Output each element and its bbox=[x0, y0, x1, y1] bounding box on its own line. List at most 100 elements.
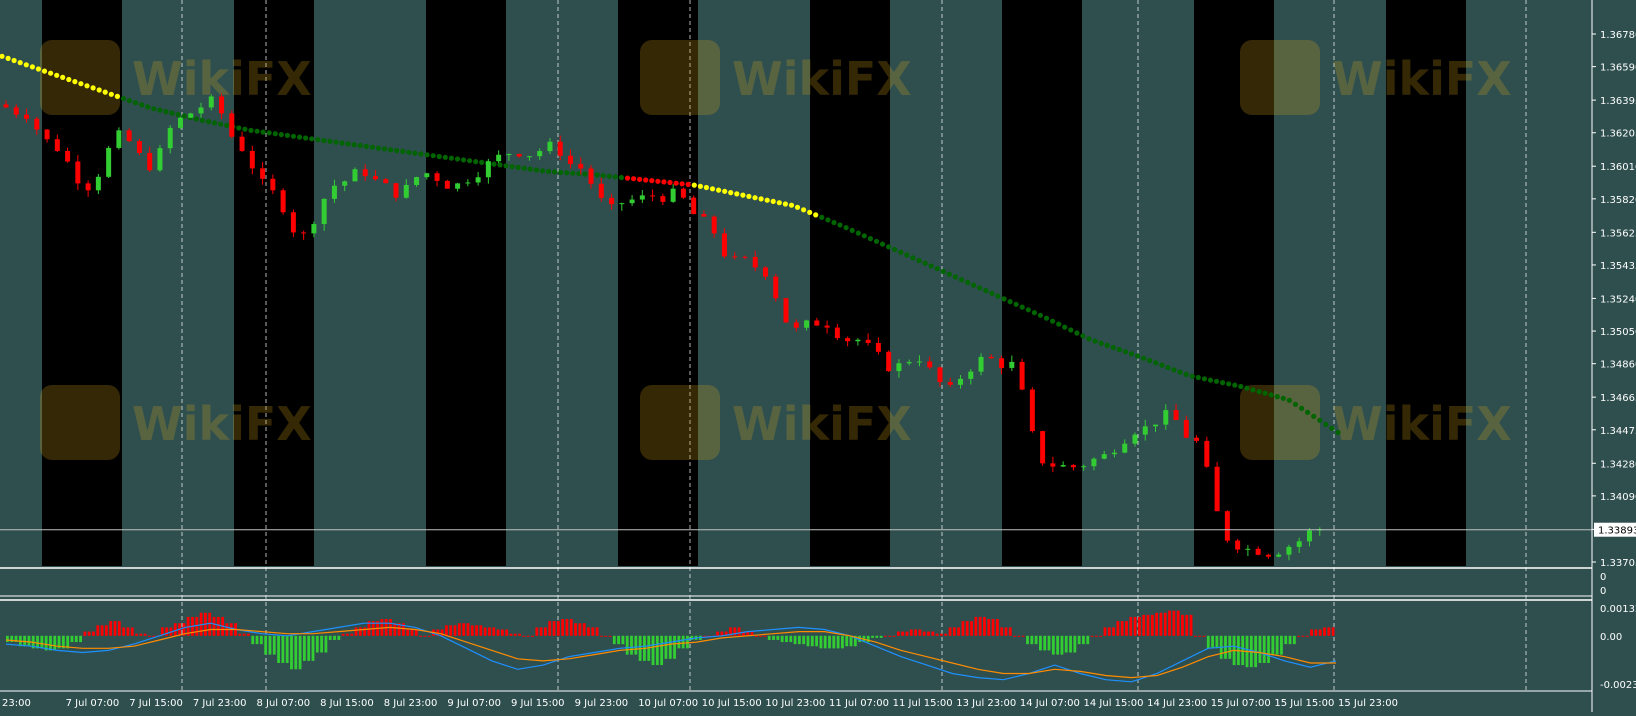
histogram-bar bbox=[406, 629, 410, 636]
candle-body bbox=[434, 173, 440, 181]
histogram-bar bbox=[1142, 614, 1146, 636]
ma-dot bbox=[418, 151, 424, 157]
ma-dot bbox=[1056, 321, 1062, 327]
histogram-bar bbox=[595, 627, 599, 636]
price-tick-label: 1.36590 bbox=[1600, 63, 1636, 74]
candle-body bbox=[362, 169, 368, 177]
candle-body bbox=[249, 150, 255, 169]
histogram-bar bbox=[165, 627, 169, 636]
ma-dot bbox=[928, 263, 934, 269]
ma-dot bbox=[260, 129, 266, 135]
candle-body bbox=[393, 183, 399, 198]
histogram-bar bbox=[604, 635, 608, 637]
candle-body bbox=[1183, 419, 1189, 438]
ma-dot bbox=[400, 148, 406, 154]
histogram-bar bbox=[737, 627, 741, 636]
histogram-bar bbox=[1241, 635, 1245, 666]
histogram-bar bbox=[1155, 612, 1159, 636]
ma-dot bbox=[1183, 371, 1189, 377]
candle-body bbox=[958, 378, 964, 385]
ma-dot bbox=[776, 200, 782, 206]
histogram-bar bbox=[27, 635, 31, 647]
candle-body bbox=[311, 224, 317, 234]
candle-body bbox=[465, 182, 471, 184]
ma-dot bbox=[965, 279, 971, 285]
candle-body bbox=[639, 195, 645, 200]
ma-dot bbox=[236, 125, 242, 131]
histogram-bar bbox=[944, 633, 948, 636]
price-tick-label: 1.35435 bbox=[1600, 261, 1636, 272]
ma-dot bbox=[175, 112, 181, 118]
candle-body bbox=[1142, 426, 1148, 435]
ma-dot bbox=[898, 249, 904, 255]
ma-dot bbox=[1256, 389, 1262, 395]
histogram-bar bbox=[914, 629, 917, 636]
histogram-bar bbox=[505, 629, 509, 636]
histogram-bar bbox=[1185, 614, 1189, 636]
histogram-bar bbox=[126, 627, 130, 636]
candle-body bbox=[444, 180, 450, 189]
candle-body bbox=[424, 173, 430, 178]
histogram-bar bbox=[40, 635, 44, 649]
ma-dot bbox=[886, 244, 892, 250]
time-axis-label: 8 Jul 07:00 bbox=[256, 698, 310, 709]
time-axis-label: 10 Jul 15:00 bbox=[702, 698, 762, 709]
ma-dot bbox=[1207, 377, 1214, 383]
ma-dot bbox=[649, 178, 655, 184]
ma-dot bbox=[1062, 324, 1068, 330]
ma-dot bbox=[521, 165, 527, 171]
histogram-bar bbox=[1060, 635, 1064, 655]
ma-dot bbox=[1135, 353, 1141, 359]
time-axis-label: 14 Jul 23:00 bbox=[1147, 698, 1207, 709]
candle-body bbox=[732, 256, 738, 258]
candle-body bbox=[3, 104, 9, 108]
watermark-shield bbox=[1240, 385, 1320, 460]
histogram-bar bbox=[1323, 627, 1326, 636]
candle-body bbox=[157, 148, 163, 171]
candle-body bbox=[1060, 465, 1066, 467]
histogram-bar bbox=[952, 627, 956, 636]
candle-body bbox=[875, 342, 881, 352]
candle-body bbox=[804, 320, 810, 328]
candle-body bbox=[947, 382, 953, 385]
histogram-bar bbox=[625, 635, 629, 655]
histogram-bar bbox=[1107, 627, 1111, 636]
candle-body bbox=[270, 178, 276, 191]
histogram-bar bbox=[651, 635, 655, 666]
time-axis-label: 10 Jul 07:00 bbox=[638, 698, 698, 709]
ma-dot bbox=[691, 182, 697, 188]
histogram-bar bbox=[1163, 612, 1167, 636]
ma-dot bbox=[242, 126, 248, 132]
candle-body bbox=[198, 107, 204, 114]
ma-dot bbox=[48, 70, 54, 76]
ma-dot bbox=[394, 148, 400, 154]
ma-dot bbox=[564, 170, 570, 176]
trading-chart[interactable]: WikiFX WikiFX WikiFX WikiFX WikiFX WikiFX 1.36… bbox=[0, 0, 1636, 712]
ma-dot bbox=[327, 138, 333, 144]
histogram-bar bbox=[492, 627, 496, 636]
ma-dot bbox=[770, 198, 776, 204]
candle-body bbox=[896, 363, 902, 372]
histogram-bar bbox=[935, 633, 939, 636]
ma-dot bbox=[108, 91, 114, 97]
ma-dot bbox=[479, 159, 485, 165]
ma-dot bbox=[813, 212, 819, 218]
histogram-bar bbox=[884, 635, 887, 637]
ma-dot bbox=[321, 137, 327, 144]
ma-dot bbox=[794, 204, 801, 210]
ma-dot bbox=[297, 134, 303, 140]
histogram-bar bbox=[759, 635, 763, 637]
histogram-bar bbox=[621, 635, 625, 645]
ma-dot bbox=[879, 241, 886, 247]
chart-canvas[interactable]: WikiFX WikiFX WikiFX WikiFX WikiFX WikiFX 1.36… bbox=[0, 0, 1636, 712]
histogram-bar bbox=[1094, 635, 1098, 637]
ma-dot bbox=[467, 158, 473, 164]
histogram-bar bbox=[1314, 629, 1318, 636]
histogram-bar bbox=[922, 631, 926, 636]
histogram-bar bbox=[1258, 635, 1262, 663]
candle-body bbox=[342, 181, 348, 186]
ma-dot bbox=[114, 93, 120, 99]
current-price-label: 1.33893 bbox=[1598, 526, 1636, 537]
histogram-bar bbox=[763, 635, 767, 637]
ma-dot bbox=[594, 172, 600, 178]
